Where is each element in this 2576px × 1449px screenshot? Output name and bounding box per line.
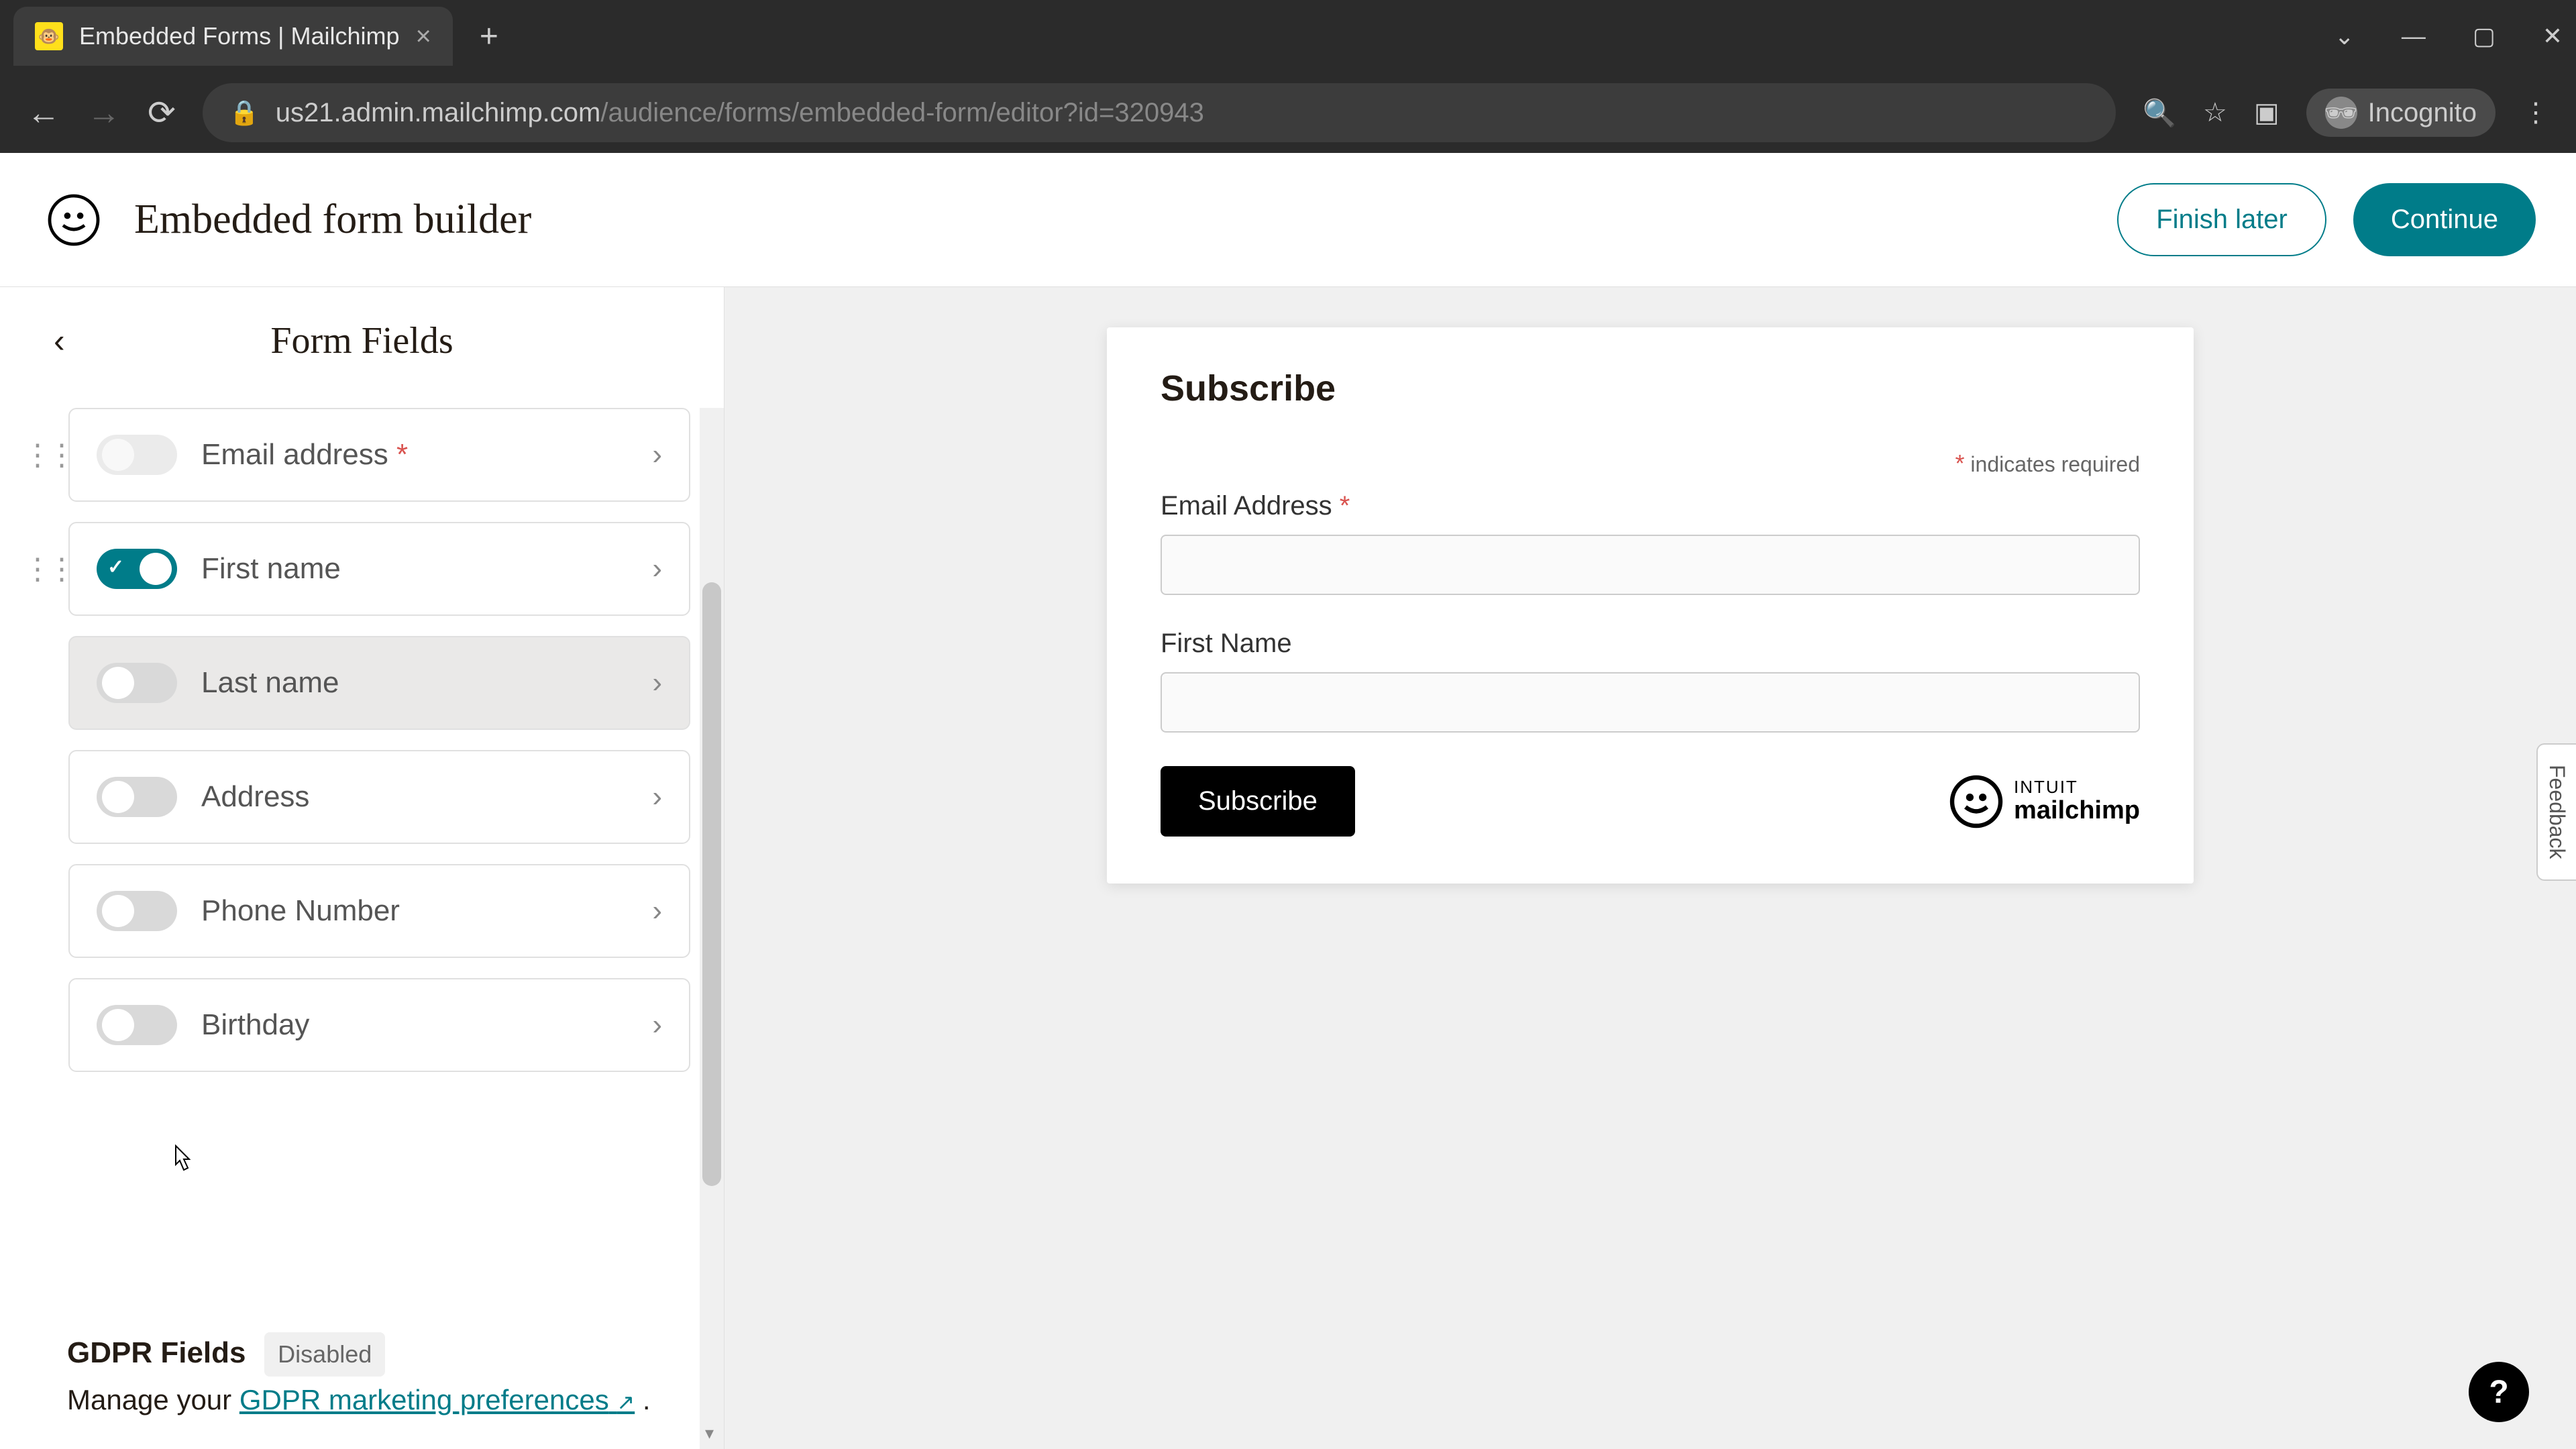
field-label: Email address * (201, 438, 408, 472)
field-toggle[interactable] (97, 1005, 177, 1045)
field-toggle (97, 435, 177, 475)
minimize-icon[interactable]: — (2402, 22, 2426, 50)
reload-button[interactable]: ⟳ (148, 93, 176, 132)
tab-title: Embedded Forms | Mailchimp (79, 22, 400, 50)
field-item[interactable]: Birthday › (68, 978, 690, 1072)
bookmark-icon[interactable]: ☆ (2203, 97, 2227, 128)
field-label: Phone Number (201, 894, 400, 928)
gdpr-link[interactable]: GDPR marketing preferences ↗ (239, 1384, 635, 1415)
new-tab-button[interactable]: + (480, 18, 498, 55)
badge-mailchimp-text: mailchimp (2014, 797, 2140, 825)
field-toggle[interactable] (97, 777, 177, 817)
app-header: Embedded form builder Finish later Conti… (0, 153, 2576, 287)
drag-handle-icon[interactable]: ⋮⋮ (23, 552, 71, 586)
finish-later-button[interactable]: Finish later (2117, 183, 2326, 256)
scrollbar-thumb[interactable] (702, 582, 721, 1186)
badge-intuit-text: INTUIT (2014, 777, 2140, 797)
field-toggle[interactable] (97, 663, 177, 703)
gdpr-title: GDPR Fields (67, 1336, 246, 1369)
gdpr-section: GDPR Fields Disabled Manage your GDPR ma… (0, 1303, 724, 1449)
favicon-icon: 🐵 (35, 22, 63, 50)
address-bar: ← → ⟳ 🔒 us21.admin.mailchimp.com/audienc… (0, 72, 2576, 153)
external-link-icon: ↗ (616, 1390, 635, 1414)
chevron-right-icon[interactable]: › (652, 438, 662, 472)
form-group: Email Address * (1161, 491, 2140, 595)
field-item[interactable]: ⋮⋮Email address *› (68, 408, 690, 502)
close-tab-icon[interactable]: × (416, 21, 431, 52)
field-toggle[interactable] (97, 549, 177, 589)
help-button[interactable]: ? (2469, 1362, 2529, 1422)
form-preview-card: Subscribe * indicates required Email Add… (1107, 327, 2194, 883)
chevron-right-icon[interactable]: › (652, 894, 662, 928)
cursor-icon (168, 1144, 195, 1184)
url-box[interactable]: 🔒 us21.admin.mailchimp.com/audience/form… (203, 83, 2116, 142)
field-label: Birthday (201, 1008, 309, 1042)
tab-bar: 🐵 Embedded Forms | Mailchimp × + ⌄ — ▢ ✕ (0, 0, 2576, 72)
field-toggle[interactable] (97, 891, 177, 931)
preview-area: Subscribe * indicates required Email Add… (724, 287, 2576, 1449)
form-input[interactable] (1161, 535, 2140, 595)
form-group: First Name (1161, 629, 2140, 733)
incognito-icon: 🕶 (2325, 97, 2357, 129)
field-item[interactable]: Last name › (68, 636, 690, 730)
form-field-label: Email Address * (1161, 491, 2140, 521)
search-icon[interactable]: 🔍 (2143, 97, 2176, 129)
gdpr-manage-text: Manage your (67, 1384, 239, 1415)
mailchimp-logo-icon[interactable] (40, 186, 107, 254)
browser-tab[interactable]: 🐵 Embedded Forms | Mailchimp × (13, 7, 453, 66)
drag-handle-icon[interactable]: ⋮⋮ (23, 438, 71, 472)
lock-icon[interactable]: 🔒 (229, 99, 260, 127)
sidebar-title: Form Fields (270, 319, 453, 362)
form-input[interactable] (1161, 672, 2140, 733)
feedback-tab[interactable]: Feedback (2536, 743, 2576, 881)
url-path: /audience/forms/embedded-form/editor?id=… (600, 98, 1203, 127)
tabs-dropdown-icon[interactable]: ⌄ (2334, 22, 2355, 50)
field-label: Address (201, 780, 309, 814)
mailchimp-badge-icon (1949, 775, 2003, 828)
subscribe-button[interactable]: Subscribe (1161, 766, 1355, 837)
required-note: * indicates required (1161, 449, 2140, 478)
incognito-label: Incognito (2368, 98, 2477, 128)
menu-icon[interactable]: ⋮ (2522, 97, 2549, 128)
field-item[interactable]: ⋮⋮First name› (68, 522, 690, 616)
back-button[interactable]: ← (27, 93, 60, 132)
form-field-label: First Name (1161, 629, 2140, 659)
field-label: Last name (201, 666, 339, 700)
chevron-right-icon[interactable]: › (652, 1008, 662, 1042)
chevron-right-icon[interactable]: › (652, 552, 662, 586)
mailchimp-badge[interactable]: INTUIT mailchimp (1949, 775, 2140, 828)
continue-button[interactable]: Continue (2353, 183, 2536, 256)
field-item[interactable]: Phone Number › (68, 864, 690, 958)
window-controls: ⌄ — ▢ ✕ (2334, 22, 2563, 50)
page-title: Embedded form builder (134, 196, 531, 244)
sidebar: ‹ Form Fields ▴ ⋮⋮Email address *›⋮⋮Firs… (0, 287, 724, 1449)
url-domain: us21.admin.mailchimp.com (276, 98, 601, 127)
maximize-icon[interactable]: ▢ (2473, 22, 2496, 50)
back-chevron-icon[interactable]: ‹ (54, 321, 65, 360)
incognito-badge[interactable]: 🕶 Incognito (2306, 89, 2496, 137)
scrollbar-track[interactable]: ▾ (700, 408, 724, 1449)
close-window-icon[interactable]: ✕ (2542, 22, 2563, 50)
form-title: Subscribe (1161, 368, 2140, 409)
chevron-right-icon[interactable]: › (652, 780, 662, 814)
extensions-icon[interactable]: ▣ (2254, 97, 2279, 128)
field-item[interactable]: Address › (68, 750, 690, 844)
field-label: First name (201, 552, 341, 586)
forward-button[interactable]: → (87, 93, 121, 132)
chevron-right-icon[interactable]: › (652, 666, 662, 700)
scroll-down-icon[interactable]: ▾ (705, 1423, 714, 1444)
url-text: us21.admin.mailchimp.com/audience/forms/… (276, 98, 1204, 128)
gdpr-disabled-badge: Disabled (264, 1332, 385, 1377)
